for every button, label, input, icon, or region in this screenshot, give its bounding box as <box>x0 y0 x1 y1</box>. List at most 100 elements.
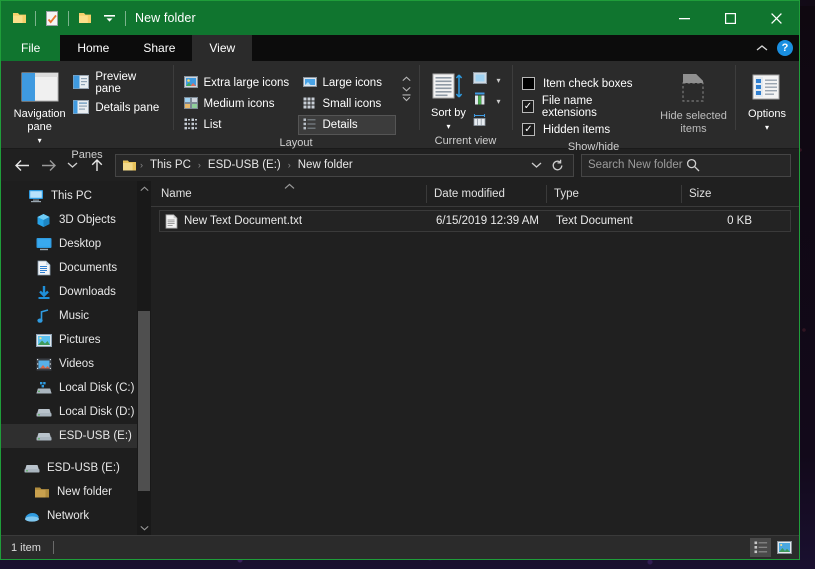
current-view-small-buttons: ▾ ▾ <box>471 68 505 132</box>
column-header-name[interactable]: Name <box>161 185 426 203</box>
details-pane-icon <box>73 99 90 117</box>
sidebar-item-label: Documents <box>59 262 118 274</box>
chevron-up-icon[interactable] <box>756 39 768 57</box>
item-check-boxes-row[interactable]: Item check boxes <box>522 74 640 93</box>
sidebar-item-documents[interactable]: Documents <box>1 256 151 280</box>
sidebar-item-network[interactable]: Network <box>1 504 151 528</box>
file-name-extensions-checkbox[interactable]: ✓ <box>522 100 534 113</box>
scrollbar-track[interactable] <box>137 196 151 520</box>
search-input[interactable]: Search New folder <box>581 153 791 177</box>
layout-large-icons-label: Large icons <box>322 77 382 89</box>
breadcrumb[interactable]: › This PC › ESD-USB (E:) › New folder <box>115 153 574 177</box>
tab-file[interactable]: File <box>1 35 61 61</box>
layout-list[interactable]: List <box>179 115 297 135</box>
sidebar-item-this-pc[interactable]: This PC <box>1 184 151 208</box>
current-view-group-label: Current view <box>434 135 497 147</box>
layout-scroll-up-icon[interactable] <box>402 74 411 84</box>
tab-view[interactable]: View <box>192 35 253 61</box>
tab-view-label: View <box>209 41 236 55</box>
maximize-button[interactable] <box>707 1 753 35</box>
options-button[interactable]: Options ▾ <box>739 70 795 134</box>
status-bar: 1 item <box>1 535 799 559</box>
size-columns-button[interactable] <box>471 112 505 132</box>
search-icon[interactable] <box>686 158 784 172</box>
column-header-date-modified[interactable]: Date modified <box>426 184 546 203</box>
table-row[interactable]: New Text Document.txt 6/15/2019 12:39 AM… <box>159 210 791 232</box>
options-label: Options <box>748 108 786 120</box>
sidebar-item-local-disk-c[interactable]: Local Disk (C:) <box>1 376 151 400</box>
sidebar-item-downloads[interactable]: Downloads <box>1 280 151 304</box>
hidden-items-row[interactable]: ✓ Hidden items <box>522 120 640 139</box>
scroll-up-icon[interactable] <box>139 181 149 196</box>
3d-objects-icon <box>35 212 52 229</box>
sidebar-item-pictures[interactable]: Pictures <box>1 328 151 352</box>
size-columns-icon <box>473 113 490 131</box>
ribbon-group-layout: Extra large icons Large icons Medium ico… <box>173 61 419 149</box>
sidebar-item-music[interactable]: Music <box>1 304 151 328</box>
status-divider <box>52 541 54 554</box>
layout-medium-icons[interactable]: Medium icons <box>179 94 297 114</box>
file-list: New Text Document.txt 6/15/2019 12:39 AM… <box>151 207 799 535</box>
add-columns-caret-icon[interactable]: ▾ <box>496 76 500 85</box>
breadcrumb-item-new-folder[interactable]: New folder <box>294 159 357 171</box>
ribbon-group-current-view: Sort by ▾ ▾ ▾ Current view <box>419 61 512 148</box>
sidebar-item-local-disk-d[interactable]: Local Disk (D:) <box>1 400 151 424</box>
ribbon-group-panes: Navigation pane ▾ Preview pane Details p… <box>1 61 173 161</box>
ribbon-group-show-hide: Item check boxes ✓ File name extensions … <box>512 61 735 153</box>
sort-by-button[interactable]: Sort by ▾ <box>425 68 471 133</box>
medium-icons-icon <box>183 96 198 112</box>
small-icons-icon <box>303 97 317 112</box>
list-icon <box>184 118 198 133</box>
navigation-pane-button[interactable]: Navigation pane ▾ <box>8 68 71 147</box>
new-folder-icon[interactable] <box>74 7 96 29</box>
column-header-type[interactable]: Type <box>546 184 681 203</box>
sidebar-item-label: ESD-USB (E:) <box>59 430 132 442</box>
details-view-button[interactable] <box>750 538 771 557</box>
sidebar-scrollbar[interactable] <box>137 181 151 535</box>
sidebar-item-esd-usb-e-root[interactable]: ESD-USB (E:) <box>1 456 151 480</box>
scroll-down-icon[interactable] <box>139 520 149 535</box>
layout-large-icons[interactable]: Large icons <box>298 73 396 93</box>
layout-more-icon[interactable] <box>402 94 411 104</box>
column-chart-button[interactable]: ▾ <box>471 91 505 111</box>
breadcrumb-dropdown-icon[interactable] <box>527 155 546 176</box>
sidebar-item-desktop[interactable]: Desktop <box>1 232 151 256</box>
properties-icon[interactable] <box>41 7 63 29</box>
column-header-size[interactable]: Size <box>681 184 756 203</box>
search-placeholder: Search New folder <box>588 159 683 171</box>
item-check-boxes-checkbox[interactable] <box>522 77 535 90</box>
folder-icon[interactable] <box>8 7 30 29</box>
layout-details[interactable]: Details <box>297 115 396 135</box>
sidebar-item-esd-usb-e[interactable]: ESD-USB (E:) <box>1 424 151 448</box>
sidebar-item-3d-objects[interactable]: 3D Objects <box>1 208 151 232</box>
details-pane-button[interactable]: Details pane <box>71 97 166 119</box>
tab-share[interactable]: Share <box>126 35 192 61</box>
layout-scroll-down-icon[interactable] <box>402 84 411 94</box>
scrollbar-thumb[interactable] <box>138 311 150 491</box>
tab-home[interactable]: Home <box>60 35 126 61</box>
file-name-extensions-row[interactable]: ✓ File name extensions <box>522 95 640 119</box>
caret-down-icon: ▾ <box>764 123 769 132</box>
help-icon[interactable]: ? <box>777 40 793 56</box>
breadcrumb-item-esd-usb[interactable]: ESD-USB (E:) <box>204 159 285 171</box>
preview-pane-button[interactable]: Preview pane <box>71 71 166 95</box>
show-hide-checkboxes: Item check boxes ✓ File name extensions … <box>522 68 640 139</box>
layout-small-icons[interactable]: Small icons <box>298 94 396 114</box>
breadcrumb-sep: › <box>197 160 201 170</box>
caret-down-icon: ▾ <box>446 122 451 131</box>
customize-dropdown-icon[interactable] <box>98 7 120 29</box>
divider <box>68 10 69 26</box>
layout-scroll-controls <box>400 68 414 110</box>
add-columns-button[interactable]: ▾ <box>471 70 505 90</box>
close-button[interactable] <box>753 1 799 35</box>
layout-extra-large-icons[interactable]: Extra large icons <box>179 73 297 93</box>
minimize-button[interactable] <box>661 1 707 35</box>
sidebar-item-new-folder[interactable]: New folder <box>1 480 151 504</box>
large-icons-view-button[interactable] <box>774 538 795 557</box>
hide-selected-items-button[interactable]: Hide selected items <box>658 68 729 136</box>
sidebar-item-videos[interactable]: Videos <box>1 352 151 376</box>
layout-extra-large-icons-label: Extra large icons <box>203 77 290 89</box>
refresh-icon[interactable] <box>548 155 567 176</box>
column-chart-caret-icon[interactable]: ▾ <box>496 97 500 106</box>
hidden-items-checkbox[interactable]: ✓ <box>522 123 535 136</box>
